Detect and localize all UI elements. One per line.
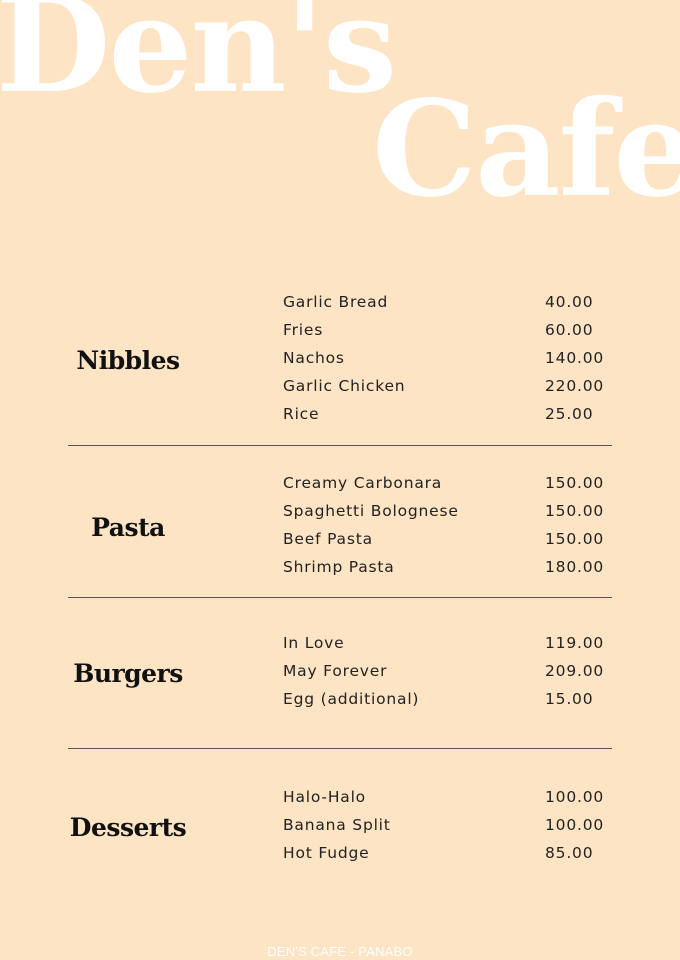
menu-item-name: Banana Split (283, 816, 391, 834)
menu-item-name: Spaghetti Bolognese (283, 502, 459, 520)
menu-item-name: Beef Pasta (283, 530, 373, 548)
menu-item-name: Shrimp Pasta (283, 558, 395, 576)
brand-title-line-1: Den's (0, 0, 397, 123)
category-heading: Nibbles (76, 346, 180, 375)
menu-item-name: May Forever (283, 662, 388, 680)
menu-item-price: 180.00 (545, 558, 605, 576)
menu-page: Den's Cafe Nibbles Garlic Bread 40.00 Fr… (0, 0, 680, 960)
menu-item-price: 40.00 (545, 293, 594, 311)
menu-item-price: 150.00 (545, 474, 605, 492)
menu-item-price: 209.00 (545, 662, 605, 680)
menu-item-name: Egg (additional) (283, 690, 420, 708)
menu-item-price: 150.00 (545, 530, 605, 548)
menu-item-price: 220.00 (545, 377, 605, 395)
menu-item-price: 25.00 (545, 405, 594, 423)
category-heading: Pasta (91, 513, 165, 542)
menu-item-name: Garlic Bread (283, 293, 389, 311)
menu-item-name: Creamy Carbonara (283, 474, 443, 492)
menu-item-price: 100.00 (545, 788, 605, 806)
brand-title-line-2: Cafe (372, 72, 680, 227)
section-divider (68, 748, 612, 749)
footer-text: DEN'S CAFE - PANABO (267, 944, 413, 959)
category-heading: Desserts (69, 813, 187, 842)
menu-item-name: Halo-Halo (283, 788, 366, 806)
menu-item-price: 85.00 (545, 844, 594, 862)
menu-item-price: 15.00 (545, 690, 594, 708)
menu-item-name: Rice (283, 405, 320, 423)
section-divider (68, 445, 612, 446)
category-heading: Burgers (73, 659, 183, 688)
menu-item-name: Garlic Chicken (283, 377, 406, 395)
menu-item-price: 100.00 (545, 816, 605, 834)
menu-item-price: 140.00 (545, 349, 605, 367)
menu-item-name: In Love (283, 634, 345, 652)
section-divider (68, 597, 612, 598)
menu-item-price: 60.00 (545, 321, 594, 339)
menu-item-name: Nachos (283, 349, 345, 367)
menu-item-name: Fries (283, 321, 324, 339)
menu-item-price: 119.00 (545, 634, 605, 652)
menu-item-name: Hot Fudge (283, 844, 370, 862)
menu-item-price: 150.00 (545, 502, 605, 520)
